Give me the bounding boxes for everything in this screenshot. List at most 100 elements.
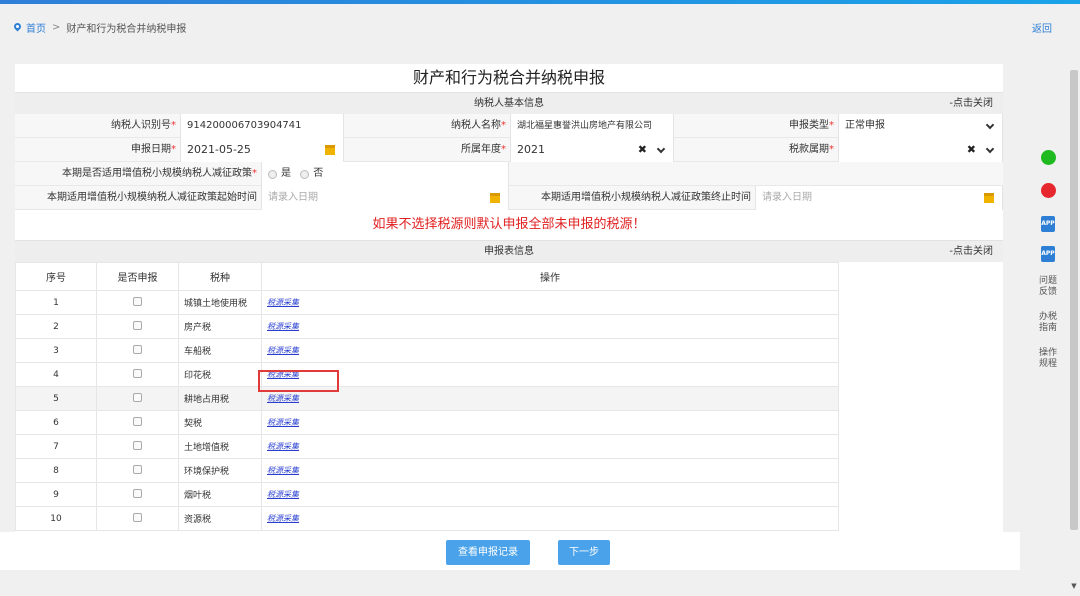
declare-type-label-text: 申报类型 — [789, 120, 829, 131]
collect-link[interactable]: 税源采集 — [267, 298, 299, 307]
checkbox-icon[interactable] — [133, 296, 142, 306]
policy-empty-cell — [509, 162, 1003, 185]
rules-link[interactable]: 操作规程 — [1030, 348, 1066, 370]
required-mark: * — [171, 144, 176, 155]
policy-yes-option[interactable]: 是 — [268, 162, 291, 186]
report-info-close-button[interactable]: -点击关闭 — [949, 241, 993, 263]
row-no: 2 — [15, 314, 97, 339]
breadcrumb-home[interactable]: 首页 — [14, 20, 46, 35]
col-header-declare: 是否申报 — [96, 262, 179, 291]
policy-start-input[interactable]: 请录入日期 — [261, 186, 509, 210]
back-link[interactable]: 返回 — [1032, 20, 1052, 35]
checkbox-icon[interactable] — [133, 320, 142, 330]
policy-yes-label: 是 — [281, 168, 291, 179]
tax-period-label: 税款属期* — [674, 138, 838, 161]
year-select[interactable]: 2021 ✖ — [510, 138, 674, 162]
table-row: 5 耕地占用税 税源采集 — [15, 386, 839, 411]
row-no: 7 — [15, 434, 97, 459]
chevron-down-icon[interactable] — [985, 120, 995, 130]
declare-type-select[interactable]: 正常申报 — [838, 114, 1003, 138]
wechat-icon[interactable] — [1040, 150, 1056, 165]
app-icon[interactable]: APP — [1041, 246, 1055, 262]
checkbox-icon[interactable] — [133, 368, 142, 378]
weibo-icon[interactable] — [1040, 183, 1056, 198]
collect-link[interactable]: 税源采集 — [267, 418, 299, 427]
tax-table: 序号 是否申报 税种 操作 1 城镇土地使用税 税源采集 2 房产税 税源采集 3 车船税… — [15, 262, 839, 531]
row-op: 税源采集 — [261, 386, 839, 411]
collect-link[interactable]: 税源采集 — [267, 346, 299, 355]
checkbox-icon[interactable] — [133, 512, 142, 522]
row-tax: 契税 — [178, 410, 262, 435]
row-op: 税源采集 — [261, 290, 839, 315]
policy-end-placeholder: 请录入日期 — [762, 192, 812, 203]
collect-link[interactable]: 税源采集 — [267, 394, 299, 403]
row-no: 9 — [15, 482, 97, 507]
guide-link[interactable]: 办税指南 — [1030, 312, 1066, 334]
declare-checkbox-cell — [96, 434, 179, 459]
checkbox-icon[interactable] — [133, 440, 142, 450]
table-row: 6 契税 税源采集 — [15, 410, 839, 435]
row-tax: 土地增值税 — [178, 434, 262, 459]
view-records-button[interactable]: 查看申报记录 — [446, 540, 530, 565]
table-row: 2 房产税 税源采集 — [15, 314, 839, 339]
checkbox-icon[interactable] — [133, 488, 142, 498]
footer-bar: 查看申报记录 下一步 — [0, 532, 1020, 570]
row-tax: 资源税 — [178, 506, 262, 531]
collect-link[interactable]: 税源采集 — [267, 514, 299, 523]
radio-icon[interactable] — [268, 169, 277, 179]
row-no: 8 — [15, 458, 97, 483]
declare-checkbox-cell — [96, 506, 179, 531]
taxpayer-id-label: 纳税人识别号* — [15, 114, 180, 137]
collect-link[interactable]: 税源采集 — [267, 466, 299, 475]
collect-link[interactable]: 税源采集 — [267, 442, 299, 451]
required-mark: * — [501, 144, 506, 155]
feedback-link[interactable]: 问题反馈 — [1030, 276, 1066, 298]
breadcrumb-home-label[interactable]: 首页 — [26, 20, 46, 35]
checkbox-icon[interactable] — [133, 464, 142, 474]
clear-icon[interactable]: ✖ — [638, 138, 647, 162]
policy-start-label: 本期适用增值税小规模纳税人减征政策起始时间 — [15, 186, 261, 209]
clear-icon[interactable]: ✖ — [967, 138, 976, 162]
row-tax: 耕地占用税 — [178, 386, 262, 411]
weibo-button[interactable] — [1030, 183, 1066, 202]
taxpayer-name-field: 湖北福星惠誉洪山房地产有限公司 — [510, 114, 674, 138]
policy-end-input[interactable]: 请录入日期 — [755, 186, 1003, 210]
row-tax: 车船税 — [178, 338, 262, 363]
declare-checkbox-cell — [96, 362, 179, 387]
collect-link[interactable]: 税源采集 — [267, 322, 299, 331]
calendar-icon[interactable] — [325, 145, 335, 155]
basic-info-title: 纳税人基本信息 — [474, 98, 544, 109]
declare-checkbox-cell — [96, 482, 179, 507]
app-button-1[interactable]: APP — [1030, 216, 1066, 232]
checkbox-icon[interactable] — [133, 392, 142, 402]
scrollbar-thumb[interactable] — [1070, 70, 1078, 530]
row-op: 税源采集 — [261, 362, 839, 387]
collect-link[interactable]: 税源采集 — [267, 490, 299, 499]
chevron-down-icon[interactable] — [656, 144, 666, 154]
next-step-button[interactable]: 下一步 — [558, 540, 610, 565]
policy-no-option[interactable]: 否 — [300, 162, 323, 186]
breadcrumb-separator: > — [52, 21, 61, 33]
row-no: 3 — [15, 338, 97, 363]
declare-checkbox-cell — [96, 314, 179, 339]
app-button-2[interactable]: APP — [1030, 246, 1066, 262]
row-op: 税源采集 — [261, 314, 839, 339]
scroll-down-arrow-icon[interactable]: ▼ — [1070, 582, 1078, 590]
declare-date-label-text: 申报日期 — [131, 144, 171, 155]
checkbox-icon[interactable] — [133, 416, 142, 426]
calendar-icon[interactable] — [490, 193, 500, 203]
wechat-button[interactable] — [1030, 150, 1066, 169]
taxpayer-id-label-text: 纳税人识别号 — [111, 120, 171, 131]
tax-period-select[interactable]: ✖ — [838, 138, 1003, 162]
checkbox-icon[interactable] — [133, 344, 142, 354]
row-op: 税源采集 — [261, 410, 839, 435]
row-op: 税源采集 — [261, 338, 839, 363]
basic-info-close-button[interactable]: -点击关闭 — [949, 93, 993, 115]
required-mark: * — [829, 144, 834, 155]
declare-date-input[interactable]: 2021-05-25 — [180, 138, 344, 162]
calendar-icon[interactable] — [984, 193, 994, 203]
app-icon[interactable]: APP — [1041, 216, 1055, 232]
declare-checkbox-cell — [96, 290, 179, 315]
chevron-down-icon[interactable] — [985, 144, 995, 154]
radio-icon[interactable] — [300, 169, 310, 179]
